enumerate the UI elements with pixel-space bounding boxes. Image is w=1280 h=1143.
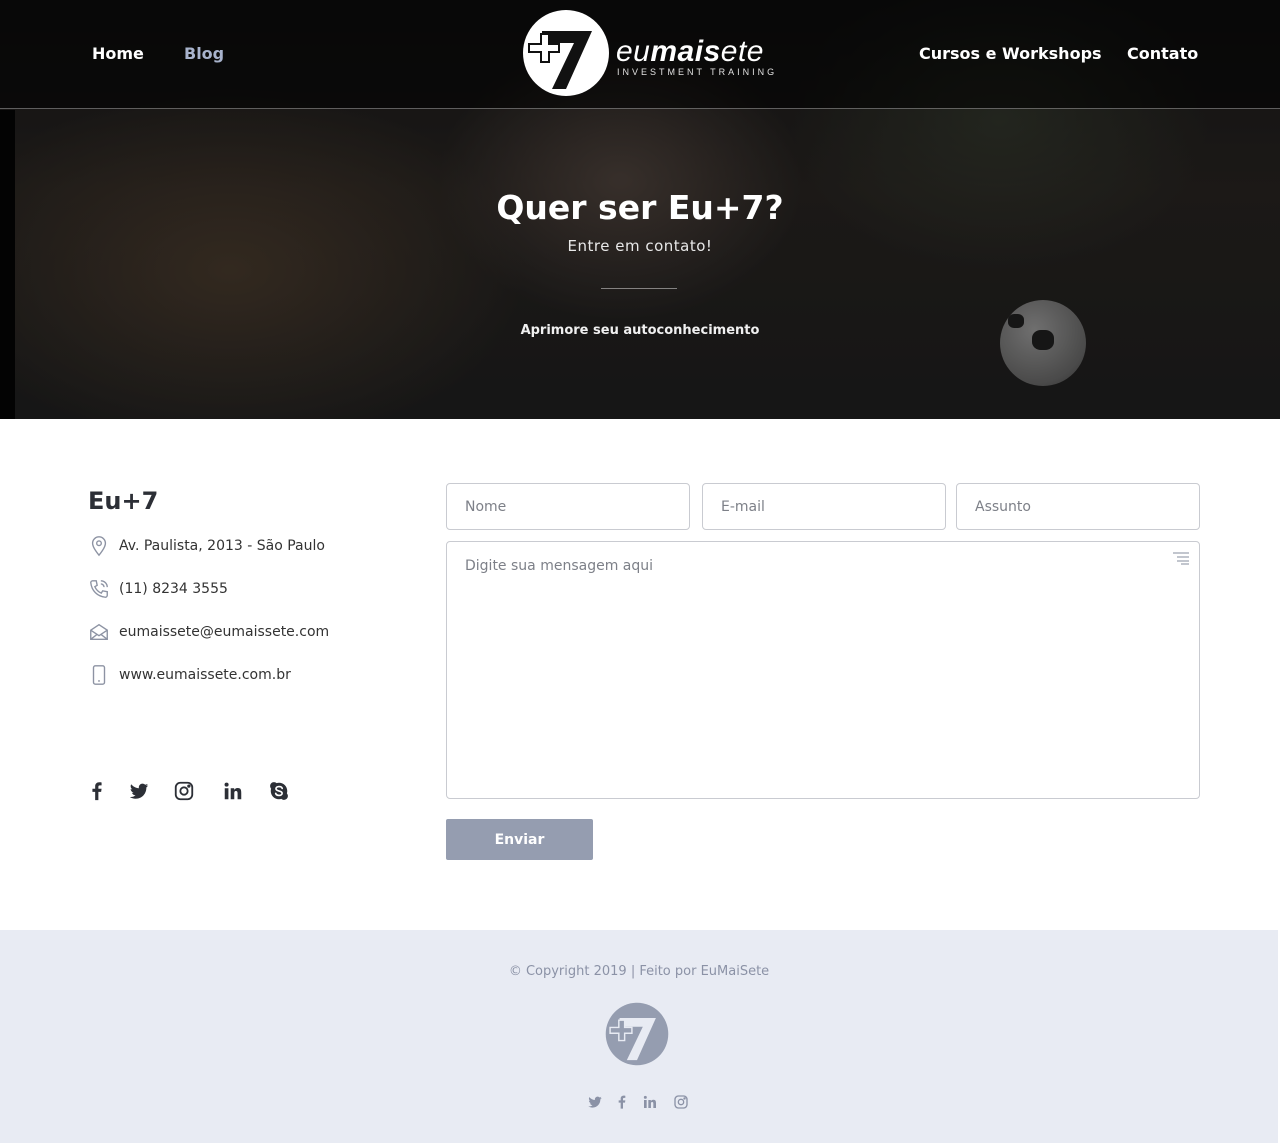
nav-home[interactable]: Home <box>92 44 144 63</box>
email-link[interactable]: eumaissete@eumaissete.com <box>119 624 329 640</box>
contact-email: eumaissete@eumaissete.com <box>88 621 408 645</box>
contact-phone: (11) 8234 3555 <box>88 578 408 602</box>
hero-section: Home Blog Cursos e Workshops Contato eum… <box>0 0 1280 419</box>
copyright-text: © Copyright 2019 | Feito por EuMaiSete <box>508 964 770 979</box>
nav-cursos-workshops[interactable]: Cursos e Workshops <box>919 44 1102 63</box>
brand-logo[interactable]: eumaisete INVESTMENT TRAINING <box>522 9 774 99</box>
footer-instagram-icon[interactable] <box>673 1094 689 1110</box>
hero-title: Quer ser Eu+7? <box>496 188 784 227</box>
hero-subtitle: Entre em contato! <box>567 237 713 255</box>
logo-wordmark: eumaisete <box>616 35 764 69</box>
footer-logo-icon[interactable] <box>605 1002 669 1066</box>
envelope-icon <box>90 623 108 641</box>
address-text: Av. Paulista, 2013 - São Paulo <box>119 538 325 554</box>
footer-linkedin-icon[interactable] <box>642 1094 658 1110</box>
hero-tagline: Aprimore seu autoconhecimento <box>520 323 760 338</box>
message-textarea[interactable] <box>446 541 1200 799</box>
mobile-icon <box>92 665 106 685</box>
website-link[interactable]: www.eumaissete.com.br <box>119 667 291 683</box>
subject-input[interactable] <box>956 483 1200 530</box>
skype-icon[interactable] <box>268 780 290 802</box>
logo-word-mais: mais <box>650 35 721 68</box>
facebook-icon[interactable] <box>86 780 108 802</box>
contact-website: www.eumaissete.com.br <box>88 664 408 688</box>
footer: © Copyright 2019 | Feito por EuMaiSete <box>0 930 1278 1143</box>
contact-address: Av. Paulista, 2013 - São Paulo <box>88 535 408 559</box>
footer-facebook-icon[interactable] <box>614 1094 630 1110</box>
logo-word-ete: ete <box>720 35 764 68</box>
phone-text: (11) 8234 3555 <box>119 581 228 597</box>
twitter-icon[interactable] <box>128 780 150 802</box>
footer-twitter-icon[interactable] <box>587 1094 603 1110</box>
hero-divider <box>601 288 677 289</box>
nav-blog[interactable]: Blog <box>184 44 224 63</box>
text-lines-icon <box>1173 552 1189 565</box>
nav-contato[interactable]: Contato <box>1127 44 1198 63</box>
send-button[interactable]: Enviar <box>446 819 593 860</box>
company-name: Eu+7 <box>88 487 159 515</box>
email-input[interactable] <box>702 483 946 530</box>
name-input[interactable] <box>446 483 690 530</box>
logo-tagline: INVESTMENT TRAINING <box>617 67 778 77</box>
location-pin-icon <box>91 536 107 557</box>
logo-word-eu: eu <box>616 35 651 68</box>
logo-mark-icon <box>523 10 609 96</box>
linkedin-icon[interactable] <box>222 780 244 802</box>
social-links <box>86 780 316 804</box>
instagram-icon[interactable] <box>173 780 195 802</box>
top-navigation: Home Blog Cursos e Workshops Contato eum… <box>0 0 1280 109</box>
phone-icon <box>90 580 108 598</box>
